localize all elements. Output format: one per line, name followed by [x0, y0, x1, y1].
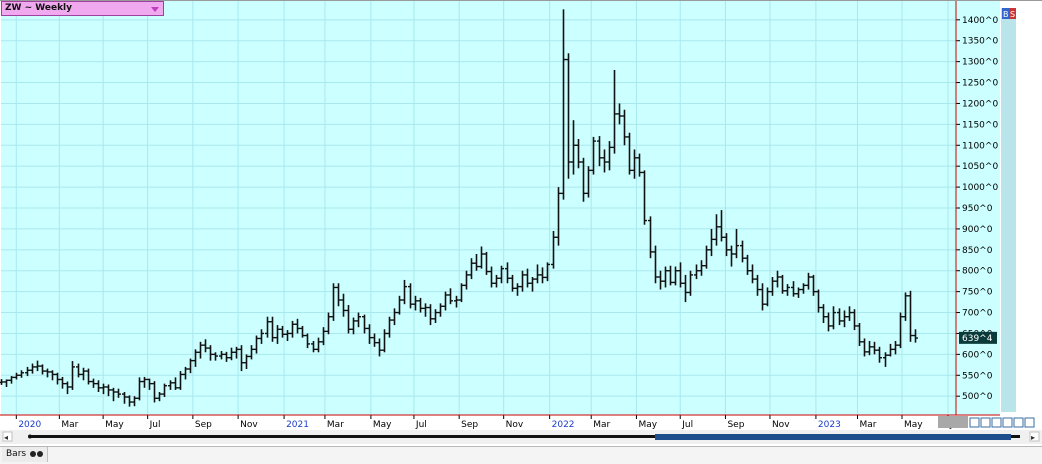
- right-side-panel: [1001, 8, 1016, 412]
- x-tick-label-month: May: [105, 420, 124, 430]
- x-tick-label-month: May: [638, 420, 657, 430]
- x-tick-label-month: Nov: [240, 420, 258, 430]
- y-tick-label: 950^0: [962, 204, 993, 214]
- x-tick-label-month: May: [904, 420, 923, 430]
- scrollbar-thumb[interactable]: [655, 434, 1011, 440]
- x-tick-label-month: Mar: [593, 420, 610, 430]
- zoom-in-icon[interactable]: [980, 417, 991, 428]
- y-tick-label: 1250^0: [962, 79, 998, 89]
- bars-tab-label: Bars: [6, 449, 27, 459]
- x-tick-label-month: Sep: [727, 420, 744, 430]
- y-tick-label: 1200^0: [962, 99, 998, 109]
- bottom-tab-bar: [0, 446, 1042, 464]
- y-tick-label: 1000^0: [962, 183, 998, 193]
- sell-label: S: [1010, 10, 1015, 19]
- y-tick-label: 850^0: [962, 246, 993, 256]
- x-tick-label-month: Mar: [860, 420, 877, 430]
- y-tick-label: 800^0: [962, 267, 993, 277]
- scroll-right-arrow-icon: ▸: [1031, 433, 1035, 442]
- x-tick-label-month: Mar: [327, 420, 344, 430]
- fit-icon[interactable]: [1024, 417, 1035, 428]
- y-tick-label: 1100^0: [962, 141, 998, 151]
- x-tick-label-year: 2023: [818, 420, 841, 430]
- x-tick-label-year: 2020: [18, 420, 41, 430]
- y-tick-label: 550^0: [962, 371, 993, 381]
- y-tick-label: 700^0: [962, 309, 993, 319]
- last-price-label: 639^4: [962, 334, 993, 344]
- chart-window: 500^0550^0600^0650^0700^0750^0800^0850^0…: [0, 0, 1042, 464]
- x-tick-label-year: 2021: [286, 420, 309, 430]
- scroll-range-start-handle[interactable]: [28, 434, 32, 439]
- expand-icon[interactable]: [1013, 417, 1024, 428]
- x-tick-label-month: Nov: [772, 420, 790, 430]
- y-tick-label: 1300^0: [962, 58, 998, 68]
- chevron-down-icon[interactable]: [151, 7, 159, 12]
- price-chart: 500^0550^0600^0650^0700^0750^0800^0850^0…: [0, 0, 1042, 446]
- cursor-date-box: [938, 416, 968, 428]
- y-tick-label: 1400^0: [962, 16, 998, 26]
- symbol-label: ZW ~ Weekly: [5, 3, 73, 13]
- scroll-left-icon[interactable]: [991, 417, 1002, 428]
- buy-label: B: [1003, 10, 1009, 19]
- x-tick-label-month: Sep: [195, 420, 212, 430]
- y-tick-label: 750^0: [962, 288, 993, 298]
- y-tick-label: 900^0: [962, 225, 993, 235]
- y-tick-label: 500^0: [962, 392, 993, 402]
- x-tick-label-month: Jul: [681, 420, 693, 430]
- zoom-out-icon[interactable]: [969, 417, 980, 428]
- x-tick-label-month: Jul: [149, 420, 161, 430]
- x-tick-label-year: 2022: [552, 420, 575, 430]
- scroll-left-arrow-icon: ◂: [4, 433, 8, 442]
- x-tick-label-month: Sep: [461, 420, 478, 430]
- x-tick-label-month: Nov: [506, 420, 524, 430]
- y-tick-label: 1350^0: [962, 37, 998, 47]
- right-margin: [1016, 1, 1041, 415]
- tab-indicator-icon: [36, 450, 43, 457]
- y-tick-label: 1150^0: [962, 120, 998, 130]
- bars-tab[interactable]: Bars: [2, 447, 48, 462]
- y-tick-label: 600^0: [962, 350, 993, 360]
- x-tick-label-month: Jul: [415, 420, 427, 430]
- scroll-right-icon[interactable]: [1002, 417, 1013, 428]
- tab-indicator-icon: [29, 450, 36, 457]
- x-tick-label-month: Mar: [61, 420, 78, 430]
- symbol-dropdown[interactable]: ZW ~ Weekly: [1, 1, 164, 16]
- y-tick-label: 1050^0: [962, 162, 998, 172]
- x-tick-label-month: May: [373, 420, 392, 430]
